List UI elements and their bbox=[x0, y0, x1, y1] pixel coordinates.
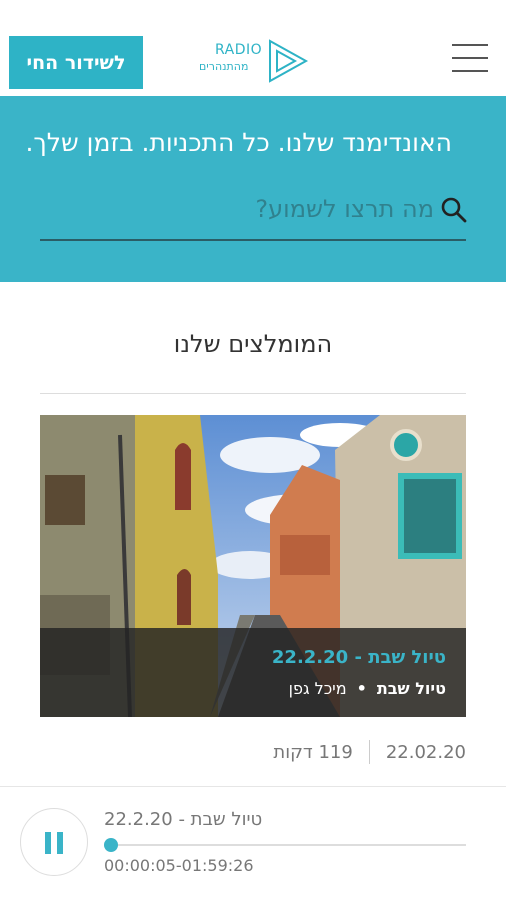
banner-title: האונדימנד שלנו. כל התכניות. בזמן שלך. bbox=[25, 128, 452, 157]
search-underline bbox=[40, 239, 466, 241]
logo-text-hebrew: מהתנהרים bbox=[199, 60, 249, 73]
search-input[interactable] bbox=[40, 188, 436, 230]
pause-icon bbox=[45, 832, 51, 854]
card-info-row: 22.02.20 119 דקות bbox=[273, 740, 466, 764]
player-track-title: טיול שבת - 22.2.20 bbox=[104, 809, 263, 830]
card-separator: • bbox=[356, 679, 367, 698]
card-host: מיכל גפן bbox=[288, 679, 347, 698]
progress-knob[interactable] bbox=[104, 838, 118, 852]
card-program-name: טיול שבת bbox=[376, 679, 446, 698]
search-icon[interactable] bbox=[440, 196, 468, 224]
card-meta: טיול שבת • מיכל גפן bbox=[289, 679, 446, 698]
live-broadcast-button[interactable]: לשידור החי bbox=[9, 36, 143, 89]
player-time: 00:00:05-01:59:26 bbox=[104, 856, 254, 875]
card-duration: 119 דקות bbox=[273, 741, 353, 763]
episode-card[interactable]: טיול שבת - 22.2.20 טיול שבת • מיכל גפן bbox=[40, 415, 466, 717]
card-info-overlay bbox=[40, 628, 466, 717]
card-episode-title: טיול שבת - 22.2.20 bbox=[271, 647, 446, 668]
pause-button[interactable] bbox=[20, 808, 88, 876]
hamburger-menu-icon[interactable] bbox=[452, 44, 488, 76]
play-triangle-logo-icon bbox=[269, 39, 309, 83]
card-date: 22.02.20 bbox=[385, 741, 466, 763]
pause-icon bbox=[57, 832, 63, 854]
section-title-recommended: המומלצים שלנו bbox=[173, 330, 333, 358]
radio-logo[interactable]: RADIO מהתנהרים bbox=[197, 38, 309, 84]
progress-track[interactable] bbox=[104, 844, 466, 846]
section-divider bbox=[40, 393, 466, 394]
app-header: לשידור החי RADIO מהתנהרים bbox=[0, 0, 506, 96]
logo-text-radio: RADIO bbox=[215, 42, 263, 58]
info-separator bbox=[368, 740, 370, 764]
